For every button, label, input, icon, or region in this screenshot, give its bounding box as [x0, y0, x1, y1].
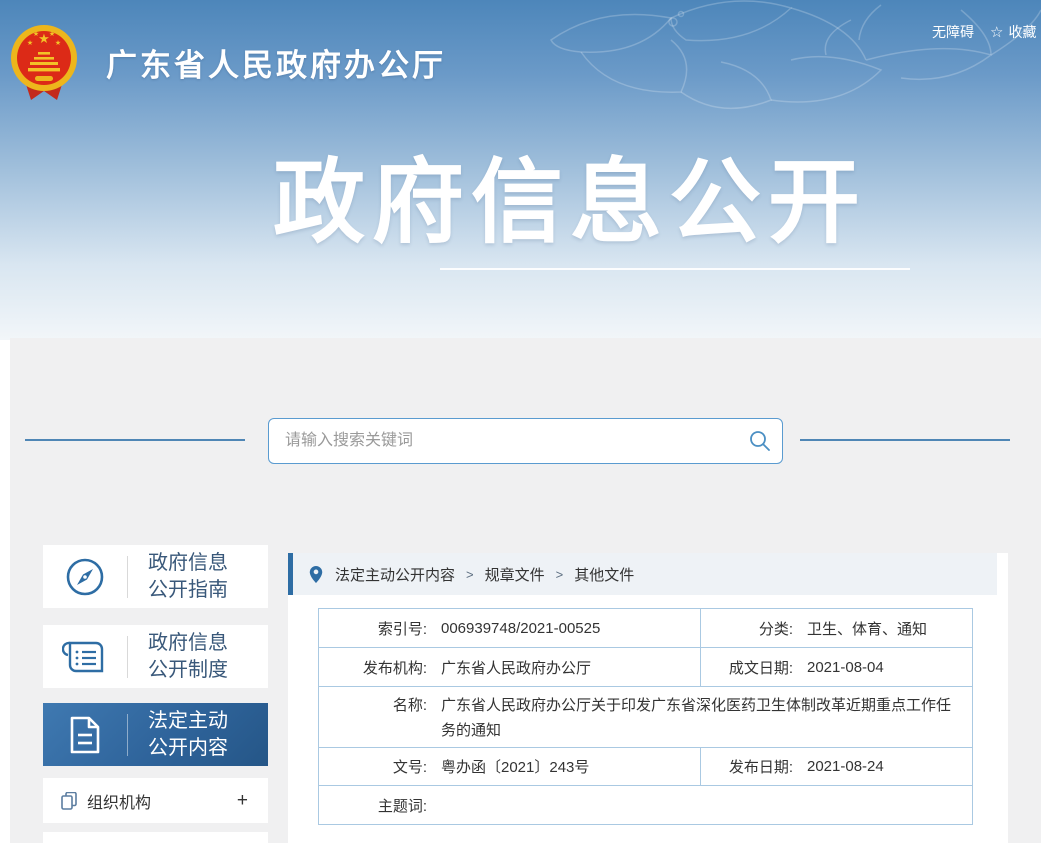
field-value: 广东省人民政府办公厅 [441, 657, 591, 678]
svg-text:★: ★ [49, 30, 55, 38]
site-title: 广东省人民政府办公厅 [106, 40, 446, 85]
field-label: 主题词: [319, 795, 427, 816]
sidebar-subitem-label: 组织机构 [87, 789, 237, 813]
document-icon [43, 714, 127, 756]
field-value: 卫生、体育、通知 [807, 618, 927, 639]
document-number-cell: 文号: 粤办函〔2021〕243号 [319, 748, 701, 785]
index-number-cell: 索引号: 006939748/2021-00525 [319, 609, 701, 647]
sidebar-item-rules[interactable]: 政府信息 公开制度 [43, 625, 268, 688]
search-button[interactable] [738, 419, 782, 463]
field-label: 成文日期: [701, 657, 793, 678]
svg-text:★: ★ [55, 39, 61, 47]
sidebar-item-partial[interactable] [43, 832, 268, 843]
issuing-agency-cell: 发布机构: 广东省人民政府办公厅 [319, 648, 701, 686]
field-label: 分类: [701, 618, 793, 639]
pages-icon [61, 792, 78, 810]
site-logo-link[interactable]: ★ ★ ★ ★ ★ 广东省人民政府办公厅 [8, 20, 446, 104]
issue-date-cell: 成文日期: 2021-08-04 [701, 648, 972, 686]
category-cell: 分类: 卫生、体育、通知 [701, 609, 972, 647]
field-value: 粤办函〔2021〕243号 [441, 756, 589, 777]
sidebar-item-label: 政府信息 公开指南 [148, 550, 228, 604]
divider [127, 636, 128, 678]
field-value: 2021-08-04 [807, 659, 884, 676]
search-input[interactable] [269, 419, 738, 463]
svg-text:★: ★ [27, 39, 33, 47]
location-pin-icon [309, 565, 323, 584]
search-right-rule [800, 439, 1010, 441]
document-metadata-table: 索引号: 006939748/2021-00525 分类: 卫生、体育、通知 发… [318, 608, 973, 825]
breadcrumb: 法定主动公开内容 > 规章文件 > 其他文件 [288, 553, 997, 595]
sidebar-item-statutory-disclosure[interactable]: 法定主动 公开内容 [43, 703, 268, 766]
breadcrumb-item-other-files[interactable]: 其他文件 [574, 564, 634, 585]
table-row: 文号: 粤办函〔2021〕243号 发布日期: 2021-08-24 [319, 747, 972, 785]
svg-text:★: ★ [33, 30, 39, 38]
sidebar-subitem-organization[interactable]: 组织机构 + [43, 778, 268, 823]
plus-expander-icon[interactable]: + [237, 790, 248, 812]
book-icon [43, 637, 127, 677]
field-label: 发布机构: [319, 657, 427, 678]
divider [127, 556, 128, 598]
header-banner: ★ ★ ★ ★ ★ 广东省人民政府办公厅 无障碍 ☆ 收藏 政府信息公开 [0, 0, 1041, 340]
title-underline [440, 268, 910, 270]
star-icon: ☆ [990, 25, 1003, 40]
breadcrumb-separator: > [556, 567, 564, 582]
breadcrumb-separator: > [466, 567, 474, 582]
field-value: 006939748/2021-00525 [441, 620, 600, 637]
field-label: 索引号: [319, 618, 427, 639]
table-row: 索引号: 006939748/2021-00525 分类: 卫生、体育、通知 [319, 609, 972, 647]
sidebar-item-label: 法定主动 公开内容 [148, 708, 228, 762]
page-title: 政府信息公开 [250, 128, 890, 261]
compass-icon [43, 556, 127, 598]
field-label: 名称: [319, 693, 427, 718]
divider [127, 714, 128, 756]
national-emblem-icon: ★ ★ ★ ★ ★ [8, 20, 80, 104]
sidebar-item-label: 政府信息 公开制度 [148, 630, 228, 684]
header-utility-links: 无障碍 ☆ 收藏 [932, 22, 1036, 42]
field-value: 2021-08-24 [807, 758, 884, 775]
breadcrumb-item-regulations[interactable]: 规章文件 [485, 564, 545, 585]
publish-date-cell: 发布日期: 2021-08-24 [701, 748, 972, 785]
table-row: 主题词: [319, 785, 972, 824]
search-left-rule [25, 439, 245, 441]
field-label: 发布日期: [701, 756, 793, 777]
page: ★ ★ ★ ★ ★ 广东省人民政府办公厅 无障碍 ☆ 收藏 政府信息公开 [0, 0, 1041, 843]
search-bar [268, 418, 783, 464]
field-label: 文号: [319, 756, 427, 777]
table-row: 名称: 广东省人民政府办公厅关于印发广东省深化医药卫生体制改革近期重点工作任务的… [319, 686, 972, 747]
breadcrumb-item-statutory[interactable]: 法定主动公开内容 [335, 564, 455, 585]
favorite-link[interactable]: ☆ 收藏 [990, 22, 1036, 42]
document-title-cell: 名称: 广东省人民政府办公厅关于印发广东省深化医药卫生体制改革近期重点工作任务的… [319, 687, 972, 747]
search-icon [748, 429, 772, 453]
accessibility-link[interactable]: 无障碍 [932, 22, 974, 42]
sidebar-item-guide[interactable]: 政府信息 公开指南 [43, 545, 268, 608]
keywords-cell: 主题词: [319, 786, 972, 824]
field-value: 广东省人民政府办公厅关于印发广东省深化医药卫生体制改革近期重点工作任务的通知 [441, 693, 972, 743]
table-row: 发布机构: 广东省人民政府办公厅 成文日期: 2021-08-04 [319, 647, 972, 686]
